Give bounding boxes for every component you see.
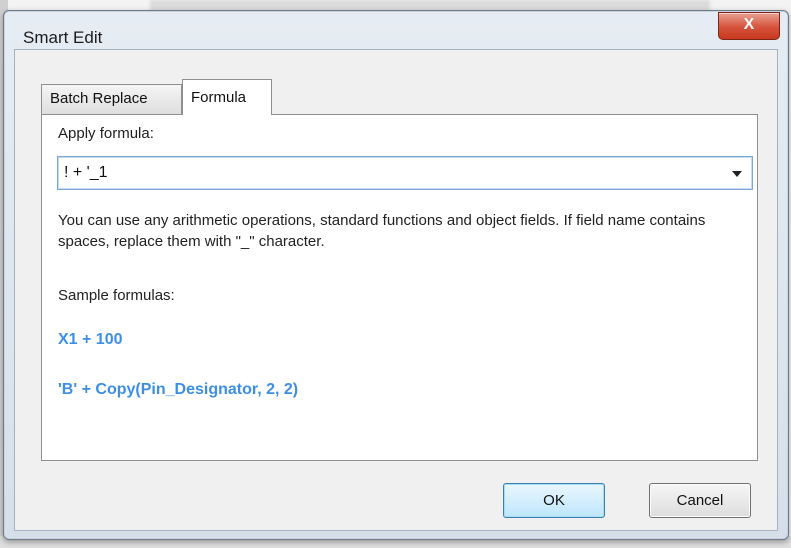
close-icon: X bbox=[743, 16, 755, 33]
sample-formulas-label: Sample formulas: bbox=[58, 287, 175, 304]
apply-formula-label: Apply formula: bbox=[58, 125, 154, 142]
close-button[interactable]: X bbox=[718, 12, 780, 40]
tab-formula[interactable]: Formula bbox=[182, 79, 272, 115]
ok-button[interactable]: OK bbox=[503, 483, 605, 518]
help-text: You can use any arithmetic operations, s… bbox=[58, 212, 706, 250]
title-bar[interactable]: Smart Edit X bbox=[4, 11, 788, 49]
tab-batch-replace[interactable]: Batch Replace bbox=[41, 84, 182, 114]
dialog-title: Smart Edit bbox=[23, 28, 103, 47]
smart-edit-dialog: Smart Edit X Batch Replace Formula Apply… bbox=[3, 10, 789, 540]
cancel-button[interactable]: Cancel bbox=[649, 483, 751, 518]
formula-tab-panel: Apply formula: You can use any arithmeti… bbox=[41, 114, 758, 461]
formula-combobox[interactable] bbox=[57, 156, 753, 190]
sample-formula: X1 + 100 bbox=[58, 331, 123, 348]
formula-input[interactable] bbox=[64, 163, 704, 183]
chevron-down-icon[interactable] bbox=[724, 159, 750, 187]
dialog-client-area: Batch Replace Formula Apply formula: You… bbox=[14, 49, 778, 531]
sample-formula: 'B' + Copy(Pin_Designator, 2, 2) bbox=[58, 381, 299, 398]
